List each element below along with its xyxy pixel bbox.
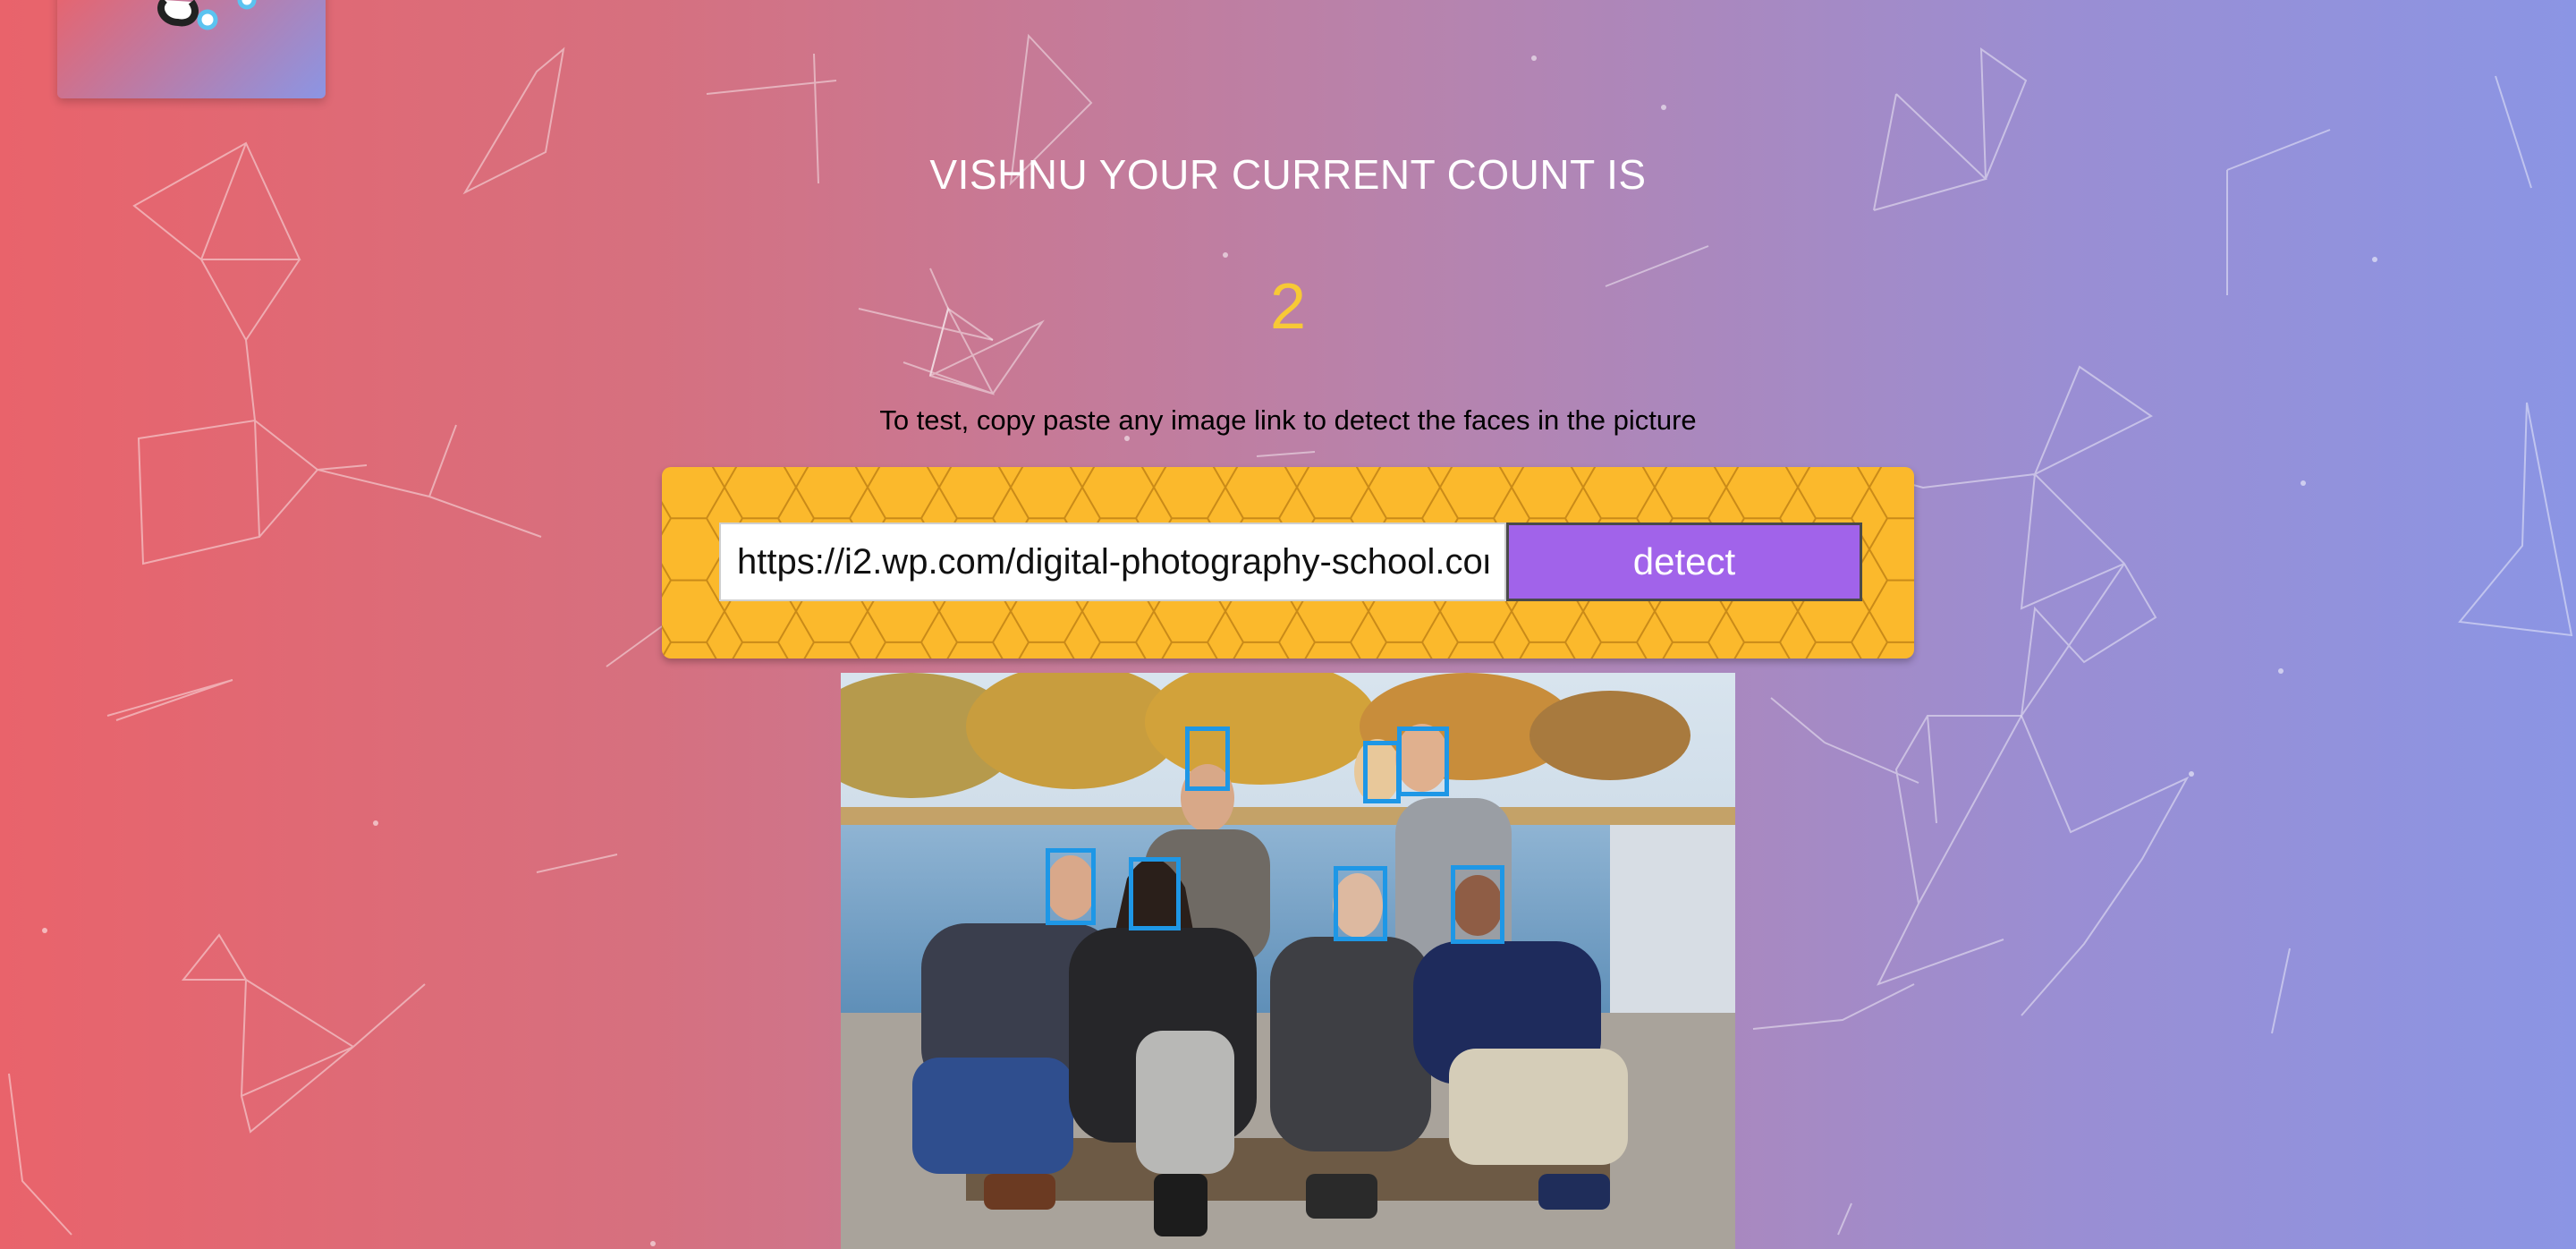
face-detection-box: [1363, 741, 1401, 803]
instruction-text: To test, copy paste any image link to de…: [879, 404, 1697, 436]
face-detection-box: [1397, 726, 1449, 796]
face-detection-box: [1185, 726, 1230, 791]
result-image: [841, 673, 1735, 1249]
face-detection-box: [1046, 848, 1096, 925]
entry-count: 2: [1269, 271, 1307, 343]
logo-card[interactable]: [57, 0, 326, 98]
face-detection-box: [1451, 865, 1504, 944]
detect-button[interactable]: detect: [1506, 523, 1862, 601]
image-url-input[interactable]: [719, 523, 1506, 601]
page-title: VISHNU YOUR CURRENT COUNT IS: [929, 151, 1647, 198]
brain-logo-icon: [157, 0, 257, 30]
image-link-form: detect: [662, 467, 1914, 658]
group-photo: [841, 673, 1735, 1249]
face-detection-box: [1129, 857, 1181, 930]
face-detection-box: [1334, 866, 1387, 941]
